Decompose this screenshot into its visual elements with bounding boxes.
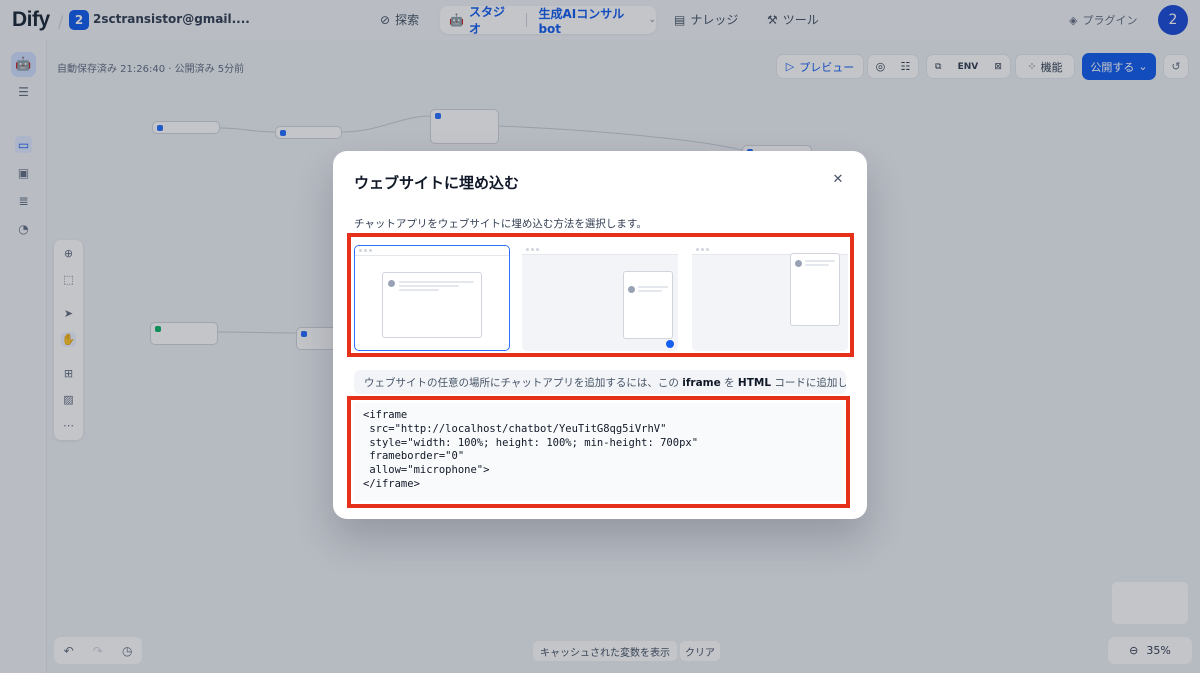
- embed-instruction: ウェブサイトの任意の場所にチャットアプリを追加するには、この iframe を …: [354, 370, 846, 394]
- dialog-title: ウェブサイトに埋め込む: [354, 174, 520, 192]
- dialog-description: チャットアプリをウェブサイトに埋め込む方法を選択します。: [354, 218, 647, 230]
- embed-code-highlight: <iframe src="http://localhost/chatbot/Ye…: [347, 396, 850, 508]
- embed-code[interactable]: <iframe src="http://localhost/chatbot/Ye…: [363, 409, 698, 492]
- instruction-html-keyword: HTML: [737, 377, 772, 389]
- embed-option-script-bubble[interactable]: [522, 245, 678, 351]
- instruction-text: ウェブサイトの任意の場所にチャットアプリを追加するには、この: [364, 377, 683, 389]
- instruction-text: コードに追加してく: [774, 377, 846, 389]
- embed-option-extension[interactable]: [692, 245, 848, 351]
- browser-chrome: [355, 246, 509, 256]
- embed-dialog: ウェブサイトに埋め込む ✕ チャットアプリをウェブサイトに埋め込む方法を選択しま…: [333, 151, 867, 519]
- instruction-iframe-keyword: iframe: [682, 377, 721, 389]
- embed-option-iframe[interactable]: [354, 245, 510, 351]
- chat-window-preview: [790, 253, 840, 326]
- chat-window-preview: [382, 272, 482, 338]
- embed-options-highlight: [347, 233, 854, 357]
- chat-window-preview: [623, 271, 673, 339]
- chat-bubble-icon: [666, 340, 674, 348]
- instruction-text: を: [720, 377, 738, 389]
- close-icon[interactable]: ✕: [830, 171, 846, 187]
- browser-chrome: [522, 245, 678, 255]
- embed-code-block[interactable]: <iframe src="http://localhost/chatbot/Ye…: [354, 403, 843, 501]
